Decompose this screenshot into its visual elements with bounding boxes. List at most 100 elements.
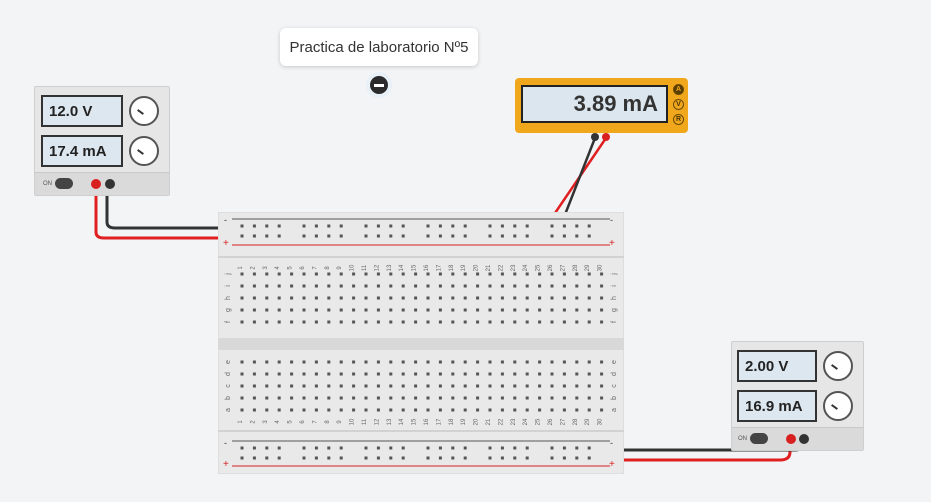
column-number: 27: [560, 418, 566, 425]
hole: [426, 272, 430, 276]
column-number: 23: [511, 418, 517, 425]
psu-right-voltage-knob[interactable]: [823, 351, 853, 381]
hole: [364, 360, 368, 364]
column-number: 27: [560, 264, 566, 271]
rail-hole: [376, 446, 380, 450]
hole: [550, 296, 554, 300]
hole: [500, 284, 504, 288]
power-supply-left[interactable]: 12.0 V 17.4 mA ON: [34, 86, 170, 196]
column-number: 12: [374, 418, 380, 425]
hole: [314, 284, 318, 288]
multimeter-display: 3.89 mA: [521, 85, 668, 123]
hole: [438, 284, 442, 288]
hole: [550, 408, 554, 412]
annotation-collapse-button[interactable]: [366, 72, 392, 98]
hole: [327, 296, 331, 300]
hole: [277, 284, 281, 288]
hole: [426, 320, 430, 324]
hole: [364, 296, 368, 300]
hole: [575, 308, 579, 312]
hole: [476, 408, 480, 412]
hole: [277, 308, 281, 312]
hole: [252, 308, 256, 312]
hole: [339, 308, 343, 312]
row-letter: g: [611, 308, 618, 312]
hole: [600, 384, 604, 388]
hole: [389, 384, 393, 388]
hole: [538, 284, 542, 288]
psu-left-current-knob[interactable]: [129, 136, 159, 166]
rail-hole: [277, 234, 281, 238]
hole: [265, 408, 269, 412]
hole: [500, 384, 504, 388]
hole: [550, 384, 554, 388]
column-number: 24: [523, 264, 529, 271]
multimeter-mode-ohmmeter[interactable]: R: [673, 114, 684, 125]
hole: [463, 272, 467, 276]
hole: [463, 320, 467, 324]
column-number: 14: [399, 418, 405, 425]
hole: [277, 320, 281, 324]
hole: [463, 296, 467, 300]
hole: [562, 296, 566, 300]
hole: [538, 360, 542, 364]
hole: [314, 396, 318, 400]
hole: [240, 408, 244, 412]
psu-left-negative-terminal[interactable]: [105, 179, 115, 189]
rail-hole: [314, 224, 318, 228]
hole: [265, 284, 269, 288]
rail-hole: [463, 456, 467, 460]
hole: [352, 384, 356, 388]
rail-bottom-plus-left: +: [223, 459, 229, 470]
hole: [240, 360, 244, 364]
breadboard[interactable]: 1 1 2 2 3 3 4 4 5 5 6 6 7 7 8 8 9 9 10 10 11 11 12 12 13 13 14 14 15…: [218, 212, 624, 474]
hole: [438, 408, 442, 412]
multimeter[interactable]: 3.89 mA A V R: [515, 78, 688, 133]
rail-hole: [575, 456, 579, 460]
hole: [562, 284, 566, 288]
psu-right-current-knob[interactable]: [823, 391, 853, 421]
psu-right-positive-terminal[interactable]: [786, 434, 796, 444]
psu-right-negative-terminal[interactable]: [799, 434, 809, 444]
rail-hole: [562, 224, 566, 228]
hole: [500, 308, 504, 312]
row-letter: d: [225, 372, 232, 376]
column-number: 15: [412, 418, 418, 425]
rail-hole: [463, 446, 467, 450]
rail-hole: [364, 446, 368, 450]
center-channel: [218, 338, 624, 350]
rail-hole: [339, 446, 343, 450]
row-letter: f: [225, 321, 232, 323]
hole: [277, 296, 281, 300]
psu-left-power-switch[interactable]: [55, 178, 73, 189]
column-number: 26: [548, 264, 554, 271]
hole: [302, 384, 306, 388]
rail-hole: [240, 456, 244, 460]
hole: [525, 384, 529, 388]
psu-left-voltage-knob[interactable]: [129, 96, 159, 126]
hole: [550, 360, 554, 364]
hole: [265, 272, 269, 276]
hole: [401, 360, 405, 364]
hole: [327, 408, 331, 412]
hole: [426, 308, 430, 312]
hole: [500, 372, 504, 376]
power-supply-right[interactable]: 2.00 V 16.9 mA ON: [731, 341, 864, 451]
hole: [538, 396, 542, 400]
hole: [513, 372, 517, 376]
hole: [525, 408, 529, 412]
multimeter-mode-ammeter[interactable]: A: [673, 84, 684, 95]
rail-hole: [376, 224, 380, 228]
hole: [587, 284, 591, 288]
multimeter-mode-voltmeter[interactable]: V: [673, 99, 684, 110]
hole: [401, 272, 405, 276]
row-letter: h: [225, 296, 232, 300]
rail-hole: [240, 234, 244, 238]
column-number: 25: [536, 264, 542, 271]
hole: [401, 372, 405, 376]
hole: [327, 320, 331, 324]
hole: [438, 320, 442, 324]
psu-left-positive-terminal[interactable]: [91, 179, 101, 189]
rail-hole: [488, 234, 492, 238]
psu-right-power-switch[interactable]: [750, 433, 768, 444]
